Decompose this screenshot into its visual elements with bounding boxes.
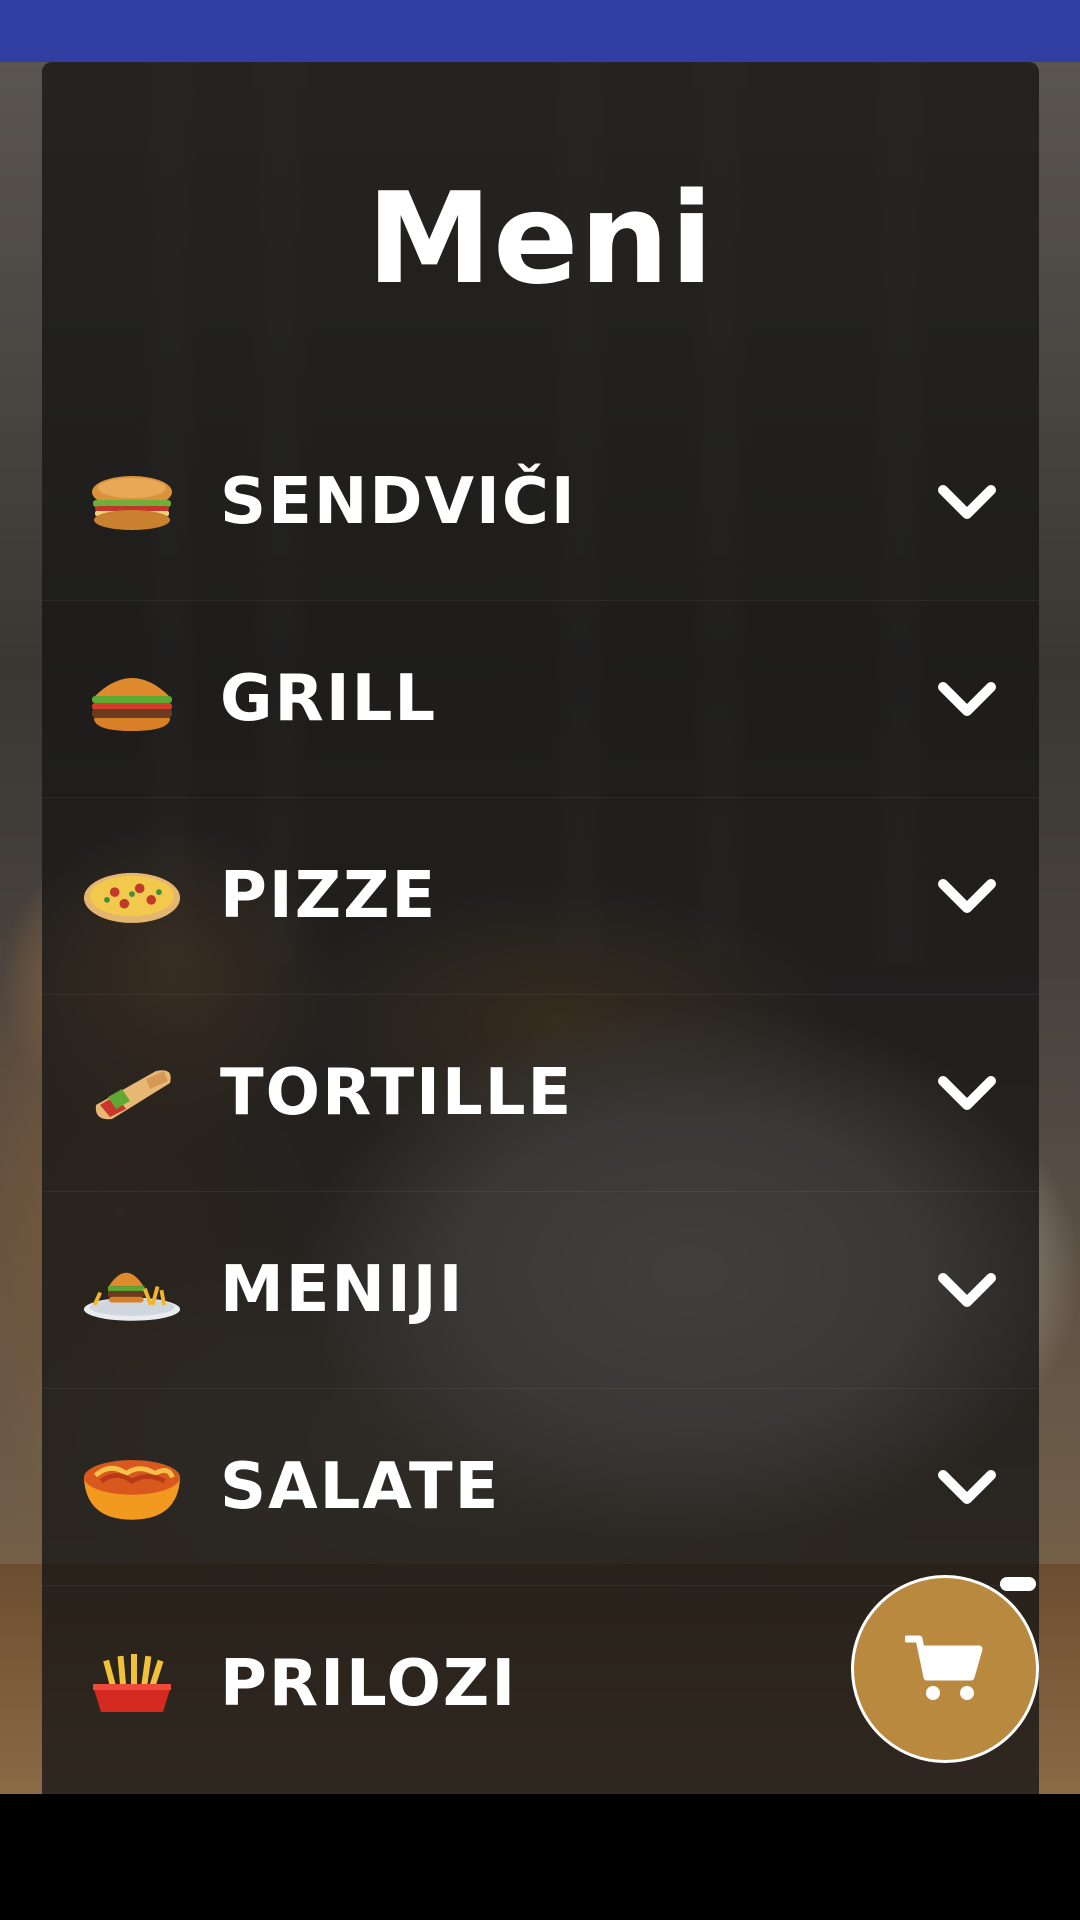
menu-item-pizze[interactable]: PIZZE [42,798,1039,995]
menu-item-label: PRILOZI [220,1647,518,1721]
fries-icon [82,1646,182,1722]
shopping-cart-icon [905,1635,983,1700]
chevron-down-icon[interactable] [937,1467,997,1507]
menu-item-label: TORTILLE [220,1056,574,1130]
cart-badge [1000,1577,1036,1591]
pizza-icon [82,858,182,934]
menu-list: SENDVIČI GRILL PIZZE TORTILLE MENIJI SAL… [42,404,1039,1782]
salad-bowl-icon [82,1449,182,1525]
chevron-down-icon[interactable] [937,482,997,522]
menu-item-label: SENDVIČI [220,465,577,539]
chevron-down-icon[interactable] [937,1073,997,1113]
menu-item-meniji[interactable]: MENIJI [42,1192,1039,1389]
menu-item-label: SALATE [220,1450,501,1524]
chevron-down-icon[interactable] [937,1270,997,1310]
menu-item-label: PIZZE [220,859,438,933]
sandwich-icon [82,464,182,540]
page-title: Meni [366,165,715,312]
navigation-bar [0,1794,1080,1920]
menu-plate-icon [82,1252,182,1328]
chevron-down-icon[interactable] [937,876,997,916]
menu-item-grill[interactable]: GRILL [42,601,1039,798]
menu-item-label: GRILL [220,662,438,736]
menu-item-salate[interactable]: SALATE [42,1389,1039,1586]
menu-item-sendvici[interactable]: SENDVIČI [42,404,1039,601]
menu-item-label: MENIJI [220,1253,465,1327]
chevron-down-icon[interactable] [937,679,997,719]
menu-item-tortille[interactable]: TORTILLE [42,995,1039,1192]
burger-icon [82,661,182,737]
cart-button[interactable] [851,1575,1039,1763]
tortilla-icon [82,1055,182,1131]
screen: Meni SENDVIČI GRILL PIZZE TORTILLE MENIJ… [0,0,1080,1920]
status-bar [0,0,1080,62]
